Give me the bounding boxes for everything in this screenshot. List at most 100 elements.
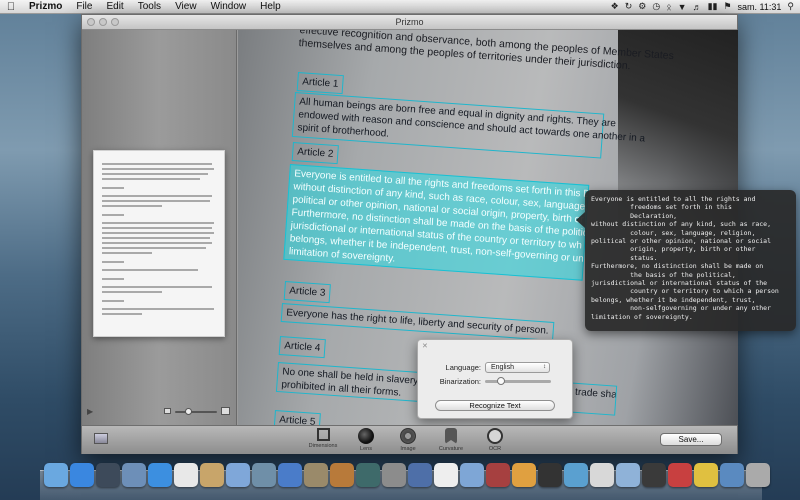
flag-icon[interactable]: ⚑ (723, 1, 731, 12)
status-area: ❖ ↻ ⚙ ◷ ᛟ ▼ ♬ ▮▮ ⚑ sam. 11:31 ⚲ (611, 1, 800, 12)
photobooth-icon[interactable] (486, 463, 510, 487)
prizmo-icon[interactable] (642, 463, 666, 487)
curvature-icon (445, 428, 457, 444)
app-menu[interactable]: Prizmo (22, 1, 69, 12)
gear-icon[interactable]: ⚙ (638, 1, 646, 12)
ocr-region[interactable]: Article 2 (291, 142, 340, 165)
time-machine-icon[interactable]: ◷ (652, 1, 660, 12)
language-value: English (491, 364, 514, 371)
guitar-icon[interactable] (330, 463, 354, 487)
battery-icon[interactable]: ▮▮ (708, 1, 718, 12)
menu-window[interactable]: Window (204, 1, 254, 12)
page-sidebar: ▶ (82, 30, 237, 425)
bluetooth-icon[interactable]: ᛟ (666, 2, 671, 12)
menu-file[interactable]: File (69, 1, 99, 12)
textedit-icon[interactable] (434, 463, 458, 487)
binarization-label: Binarization: (439, 377, 481, 386)
magnet-icon[interactable] (694, 463, 718, 487)
system-prefs-icon[interactable] (382, 463, 406, 487)
save-button[interactable]: Save... (660, 433, 722, 446)
folder-icon[interactable] (460, 463, 484, 487)
thumb-text-line (102, 308, 214, 310)
crop-icon (316, 428, 330, 441)
finder-icon[interactable] (616, 463, 640, 487)
binarization-slider[interactable] (485, 377, 551, 385)
binarization-row: Binarization: (418, 377, 574, 386)
ocr-region[interactable]: Everyone has the right to life, liberty … (280, 303, 555, 341)
menu-edit[interactable]: Edit (99, 1, 130, 12)
ocr-region[interactable]: Article 3 (283, 281, 332, 304)
language-label: Language: (445, 363, 481, 372)
finder-icon[interactable] (44, 463, 68, 487)
bottom-toolbar: Dimensions Lens Image Curvature OCR Save… (82, 425, 737, 454)
dropbox-icon[interactable]: ❖ (611, 1, 619, 12)
ocr-result-text: Everyone is entitled to all the rights a… (591, 195, 779, 321)
menu-help[interactable]: Help (253, 1, 288, 12)
lens-tool[interactable]: Lens (346, 428, 386, 452)
ocr-region[interactable]: Article 5 (273, 410, 322, 425)
downloads-icon[interactable] (720, 463, 744, 487)
slider-knob[interactable] (496, 377, 505, 385)
xcode-icon[interactable] (408, 463, 432, 487)
trash-icon[interactable] (746, 463, 770, 487)
recognize-text-button[interactable]: Recognize Text (435, 400, 555, 411)
app-icon[interactable] (512, 463, 536, 487)
calendar-icon[interactable] (174, 463, 198, 487)
thumb-text-line (102, 232, 214, 234)
dimensions-tool[interactable]: Dimensions (303, 428, 343, 449)
terminal-icon[interactable] (538, 463, 562, 487)
thumb-text-line (102, 178, 200, 180)
menu-view[interactable]: View (168, 1, 204, 12)
ocr-panel: ✕ Language: English ↕ Binarization: Reco… (417, 339, 573, 419)
thumb-text-line (102, 187, 124, 189)
ocr-tool[interactable]: OCR (475, 428, 515, 452)
mail-icon[interactable] (226, 463, 250, 487)
app-icon[interactable] (590, 463, 614, 487)
apple-menu-icon[interactable]:  (0, 1, 22, 13)
wifi-icon[interactable]: ▼ (678, 2, 687, 12)
thumb-text-line (102, 168, 214, 170)
dock-icons (44, 463, 770, 495)
play-icon[interactable]: ▶ (87, 407, 93, 416)
itunes-icon[interactable] (278, 463, 302, 487)
thumb-text-line (102, 252, 152, 254)
thumb-text-line (102, 300, 124, 302)
photo-icon[interactable] (94, 433, 108, 444)
ocr-region[interactable]: Article 1 (296, 72, 345, 95)
sync-icon[interactable]: ↻ (625, 1, 633, 12)
unarchiver-icon[interactable] (668, 463, 692, 487)
selected-ocr-region[interactable]: Everyone is entitled to all the rights a… (283, 164, 590, 281)
language-select[interactable]: English ↕ (485, 362, 550, 373)
page-thumbnail[interactable] (93, 150, 225, 337)
menu-tools[interactable]: Tools (131, 1, 168, 12)
close-icon[interactable]: ✕ (422, 342, 428, 350)
messages-icon[interactable] (564, 463, 588, 487)
preview-icon[interactable] (122, 463, 146, 487)
safari-icon[interactable] (148, 463, 172, 487)
image-tool[interactable]: Image (388, 428, 428, 452)
title-bar[interactable]: Prizmo (82, 15, 737, 30)
search-icon[interactable]: ⚲ (787, 1, 794, 12)
window-title: Prizmo (395, 17, 424, 27)
grapher-icon[interactable] (304, 463, 328, 487)
large-thumbnail-icon[interactable] (221, 407, 230, 415)
ocr-result-tooltip: Everyone is entitled to all the rights a… (576, 190, 796, 331)
thumb-text-line (102, 163, 212, 165)
thumb-text-line (102, 291, 162, 293)
dashboard-icon[interactable] (96, 463, 120, 487)
thumb-text-line (102, 173, 208, 175)
ocr-icon (487, 428, 503, 444)
time-machine-icon[interactable] (356, 463, 380, 487)
thumb-text-line (102, 278, 124, 280)
app-store-icon[interactable] (70, 463, 94, 487)
clock[interactable]: sam. 11:31 (738, 2, 782, 12)
thumbnail-zoom-slider[interactable] (175, 408, 217, 415)
contacts-icon[interactable] (200, 463, 224, 487)
volume-icon[interactable]: ♬ (693, 2, 702, 12)
curvature-tool[interactable]: Curvature (431, 428, 471, 452)
small-thumbnail-icon[interactable] (164, 408, 171, 414)
iphoto-icon[interactable] (252, 463, 276, 487)
ocr-region[interactable]: Article 4 (278, 336, 327, 359)
slider-knob[interactable] (185, 408, 192, 415)
thumb-text-line (102, 286, 212, 288)
